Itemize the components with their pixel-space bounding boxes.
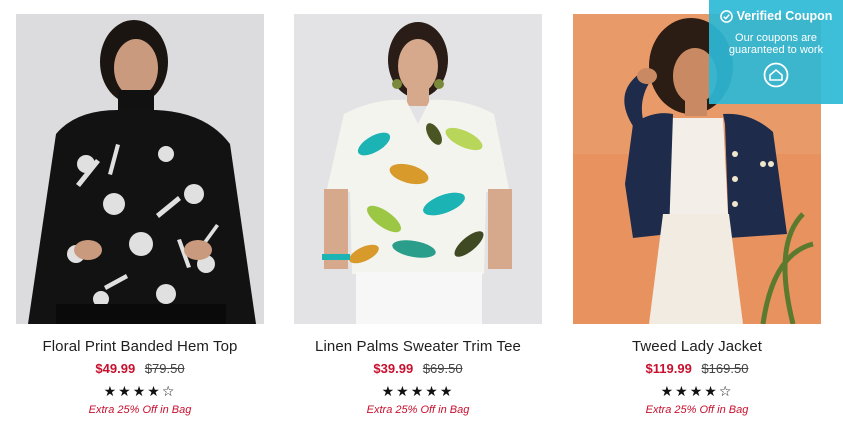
star-filled-icon: ★ bbox=[396, 383, 411, 399]
verified-coupon-badge[interactable]: Verified Coupon Our coupons are guarante… bbox=[709, 0, 843, 104]
star-empty-icon: ☆ bbox=[718, 383, 734, 399]
coupon-subtitle-line: Our coupons are bbox=[735, 32, 817, 44]
star-filled-icon: ★ bbox=[425, 383, 440, 399]
coupon-subtitle-line: guaranteed to work bbox=[728, 44, 824, 56]
coupon-title: Verified Coupon bbox=[736, 9, 833, 23]
star-filled-icon: ★ bbox=[675, 383, 690, 399]
star-filled-icon: ★ bbox=[439, 383, 455, 399]
star-rating: ★★★★☆ bbox=[573, 383, 821, 399]
price-row: $119.99 $169.50 bbox=[573, 361, 821, 376]
promo-text: Extra 25% Off in Bag bbox=[366, 404, 470, 416]
sale-price: $39.99 bbox=[373, 361, 414, 376]
price-row: $39.99 $69.50 bbox=[294, 361, 542, 376]
star-filled-icon: ★ bbox=[381, 383, 397, 399]
price-row: $49.99 $79.50 bbox=[16, 361, 264, 376]
star-filled-icon: ★ bbox=[410, 383, 426, 399]
original-price: $169.50 bbox=[701, 361, 749, 376]
product-image[interactable] bbox=[294, 14, 542, 324]
star-filled-icon: ★ bbox=[103, 383, 119, 399]
star-filled-icon: ★ bbox=[118, 383, 133, 399]
star-rating: ★★★★★ bbox=[294, 383, 542, 399]
product-photo-palm-tee bbox=[294, 14, 542, 324]
star-filled-icon: ★ bbox=[704, 383, 719, 399]
product-name[interactable]: Floral Print Banded Hem Top bbox=[16, 338, 264, 355]
product-card[interactable]: Linen Palms Sweater Trim Tee $39.99 $69.… bbox=[294, 14, 542, 416]
star-empty-icon: ☆ bbox=[161, 383, 177, 399]
star-filled-icon: ★ bbox=[147, 383, 162, 399]
promo-text: Extra 25% Off in Bag bbox=[645, 404, 749, 416]
star-filled-icon: ★ bbox=[689, 383, 705, 399]
coupon-subtitle: Our coupons are guaranteed to work bbox=[709, 32, 843, 56]
original-price: $79.50 bbox=[144, 361, 185, 376]
product-photo-floral-top bbox=[16, 14, 264, 324]
product-card[interactable]: Floral Print Banded Hem Top $49.99 $79.5… bbox=[16, 14, 264, 416]
star-filled-icon: ★ bbox=[132, 383, 148, 399]
star-rating: ★★★★☆ bbox=[16, 383, 264, 399]
check-circle-icon bbox=[719, 9, 733, 23]
product-image[interactable] bbox=[16, 14, 264, 324]
star-filled-icon: ★ bbox=[660, 383, 676, 399]
home-icon[interactable] bbox=[763, 62, 789, 88]
sale-price: $119.99 bbox=[645, 361, 692, 376]
sale-price: $49.99 bbox=[95, 361, 136, 376]
original-price: $69.50 bbox=[422, 361, 463, 376]
product-name[interactable]: Tweed Lady Jacket bbox=[573, 338, 821, 355]
promo-text: Extra 25% Off in Bag bbox=[88, 404, 192, 416]
product-name[interactable]: Linen Palms Sweater Trim Tee bbox=[294, 338, 542, 355]
coupon-header: Verified Coupon bbox=[709, 9, 843, 23]
